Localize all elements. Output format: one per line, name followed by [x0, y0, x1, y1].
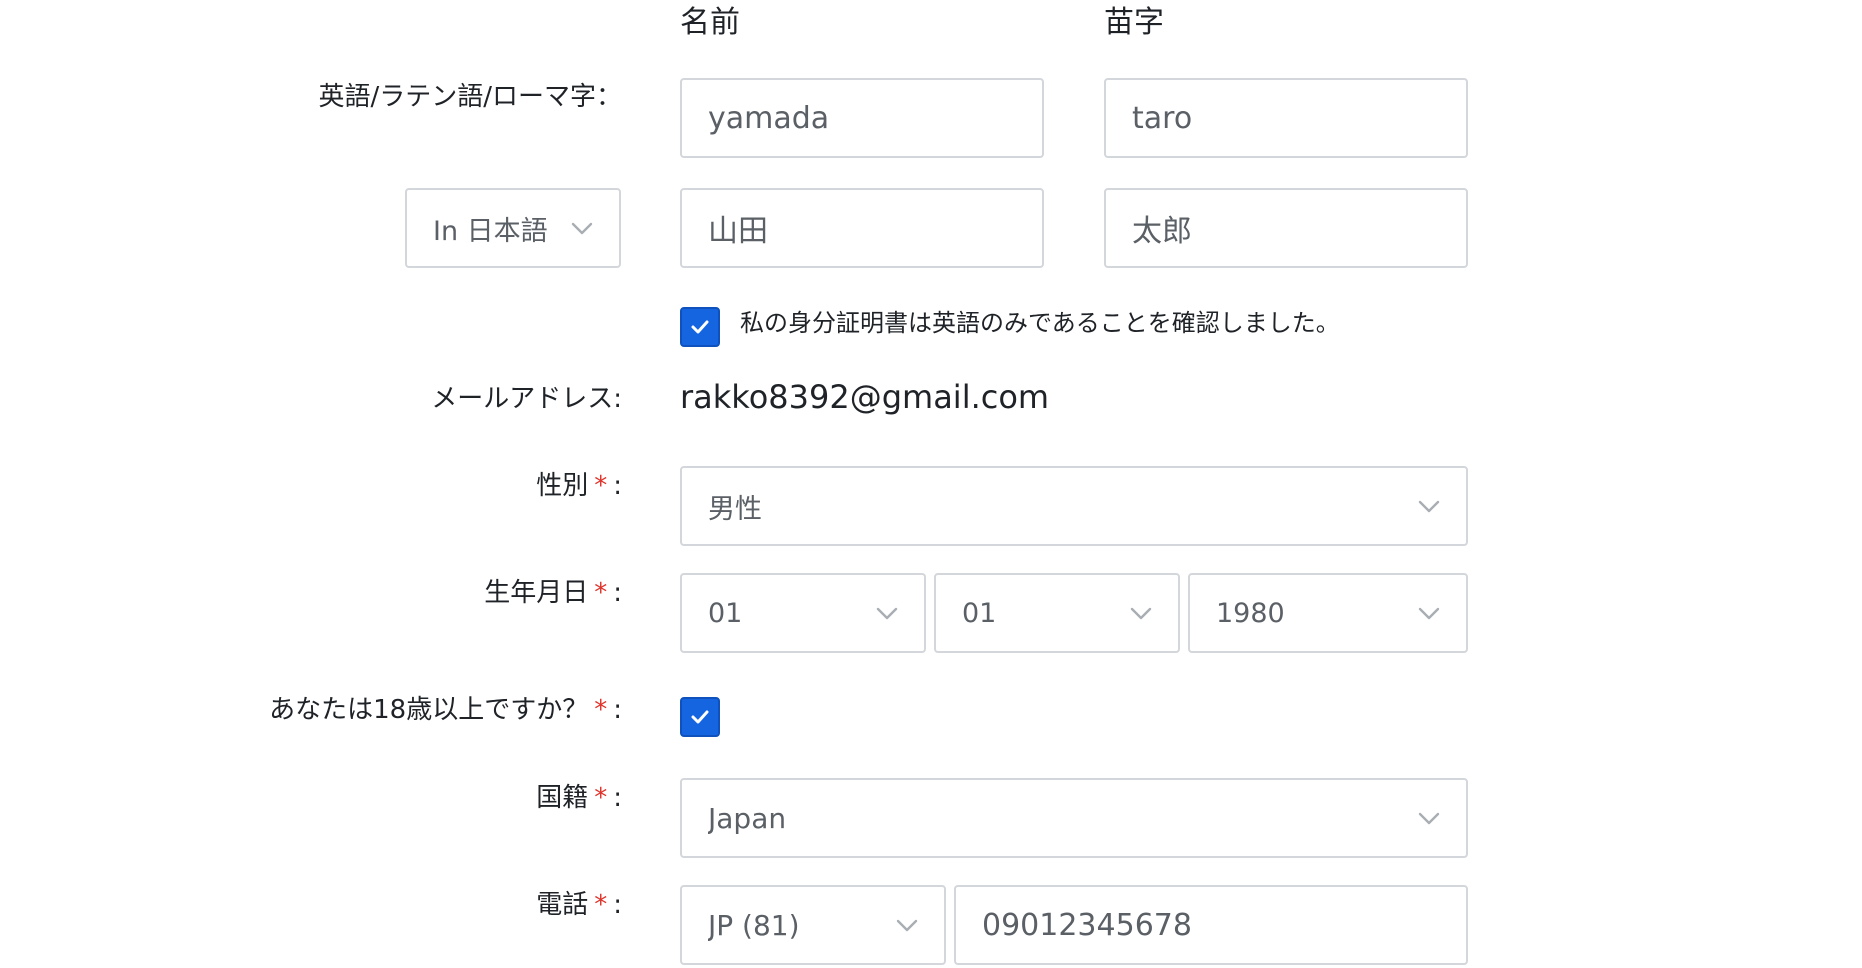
native-first-name-value: 山田 [708, 214, 768, 249]
last-name-column-header: 苗字 [1104, 5, 1164, 40]
birth-year-value: 1980 [1216, 597, 1285, 629]
chevron-down-icon [1130, 607, 1152, 620]
email-value: rakko8392@gmail.com [680, 378, 1050, 416]
label-colon: : [613, 890, 622, 920]
adult-checkbox[interactable] [680, 697, 720, 737]
latin-name-label: 英語/ラテン語/ローマ字： [318, 82, 622, 112]
latin-last-name-value: taro [1132, 100, 1193, 136]
id-english-only-checkbox[interactable] [680, 307, 720, 347]
name-language-value: In 日本語 [433, 215, 548, 247]
first-name-column-header: 名前 [680, 5, 740, 40]
phone-number-input[interactable]: 09012345678 [954, 885, 1468, 965]
required-marker: * [594, 783, 608, 813]
native-first-name-input[interactable]: 山田 [680, 188, 1044, 268]
label-colon: : [613, 695, 622, 725]
chevron-down-icon [896, 919, 918, 932]
label-colon: : [613, 471, 622, 501]
birth-month-select[interactable]: 01 [680, 573, 926, 653]
checkmark-icon [691, 320, 709, 334]
native-last-name-value: 太郎 [1132, 214, 1192, 249]
phone-country-code-select[interactable]: JP (81) [680, 885, 946, 965]
required-marker: * [594, 471, 608, 501]
gender-select[interactable]: 男性 [680, 466, 1468, 546]
latin-first-name-input[interactable]: yamada [680, 78, 1044, 158]
checkmark-icon [691, 710, 709, 724]
adult-label-text: あなたは18歳以上ですか？ [269, 695, 589, 725]
nationality-label-text: 国籍 [536, 783, 589, 813]
birth-year-select[interactable]: 1980 [1188, 573, 1468, 653]
nationality-label: 国籍 *: [536, 785, 622, 811]
required-marker: * [594, 695, 608, 725]
gender-label-text: 性別 [536, 471, 589, 501]
latin-first-name-value: yamada [708, 100, 830, 136]
label-colon: : [613, 783, 622, 813]
gender-value: 男性 [708, 493, 762, 525]
phone-country-code-value: JP (81) [708, 908, 800, 942]
phone-label-text: 電話 [536, 890, 589, 920]
birthdate-label: 生年月日 *: [484, 580, 622, 606]
birthdate-label-text: 生年月日 [484, 578, 589, 608]
chevron-down-icon [876, 607, 898, 620]
nationality-select[interactable]: Japan [680, 778, 1468, 858]
gender-label: 性別 *: [536, 473, 622, 499]
birth-day-value: 01 [962, 597, 997, 629]
chevron-down-icon [1418, 812, 1440, 825]
name-language-select[interactable]: In 日本語 [405, 188, 621, 268]
phone-label: 電話 *: [536, 892, 622, 918]
id-english-only-label: 私の身分証明書は英語のみであることを確認しました。 [740, 309, 1340, 337]
required-marker: * [594, 578, 608, 608]
chevron-down-icon [1418, 607, 1440, 620]
birth-month-value: 01 [708, 597, 743, 629]
required-marker: * [594, 890, 608, 920]
chevron-down-icon [1418, 500, 1440, 513]
phone-number-value: 09012345678 [982, 907, 1192, 943]
native-last-name-input[interactable]: 太郎 [1104, 188, 1468, 268]
chevron-down-icon [571, 222, 593, 235]
adult-label: あなたは18歳以上ですか？ *: [269, 697, 622, 723]
nationality-value: Japan [708, 801, 787, 835]
latin-last-name-input[interactable]: taro [1104, 78, 1468, 158]
email-label: メールアドレス: [431, 384, 622, 414]
birth-day-select[interactable]: 01 [934, 573, 1180, 653]
label-colon: : [613, 578, 622, 608]
